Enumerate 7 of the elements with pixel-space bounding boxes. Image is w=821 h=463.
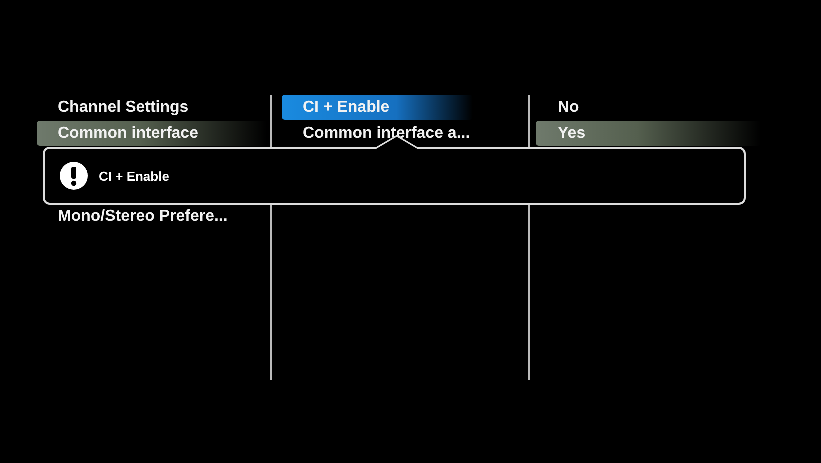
menu-item[interactable]: No [536,95,761,120]
menu-item[interactable]: CI + Enable [282,95,473,120]
tooltip-text: CI + Enable [99,168,170,184]
menu-item[interactable]: Common interface a... [282,121,525,146]
menu-item[interactable]: Mono/Stereo Prefere... [37,204,267,229]
exclamation-icon [59,161,89,191]
menu-item[interactable]: Channel Settings [37,95,267,120]
